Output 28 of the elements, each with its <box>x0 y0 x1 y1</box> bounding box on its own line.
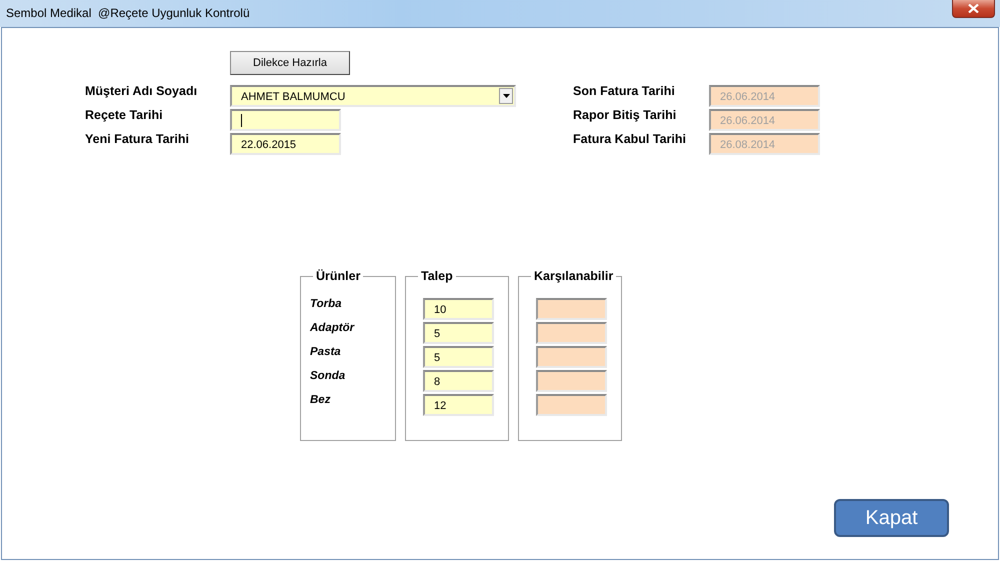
petition-button[interactable]: Dilekce Hazırla <box>230 51 350 75</box>
field-label: Reçete Tarihi <box>85 108 164 122</box>
group-title: Ürünler <box>315 269 362 283</box>
field-label: Rapor Bitiş Tarihi <box>573 108 678 122</box>
product-label: Bez <box>310 394 332 408</box>
text-field[interactable] <box>230 109 341 131</box>
product-label: Torba <box>310 298 343 312</box>
field-label: Fatura Kabul Tarihi <box>573 132 687 146</box>
dropdown-field[interactable]: AHMET BALMUMCU <box>230 85 516 107</box>
text-field[interactable]: 12 <box>423 394 494 416</box>
group-title: Karşılanabilir <box>533 269 614 283</box>
text-field[interactable]: 10 <box>423 298 494 320</box>
window-title: Sembol Medikal @Reçete Uygunluk Kontrolü <box>5 5 250 20</box>
product-label: Adaptör <box>310 322 356 336</box>
text-cursor <box>241 114 242 127</box>
product-label: Pasta <box>310 346 342 360</box>
product-label: Sonda <box>310 370 346 384</box>
field-label: Son Fatura Tarihi <box>573 84 676 98</box>
text-field[interactable]: 5 <box>423 346 494 368</box>
text-field[interactable]: 8 <box>423 370 494 392</box>
text-field[interactable]: 5 <box>423 322 494 344</box>
text-field[interactable]: 22.06.2015 <box>230 133 341 155</box>
close-icon <box>968 4 979 13</box>
close-button[interactable] <box>952 0 995 18</box>
close-form-button[interactable]: Kapat <box>834 499 949 537</box>
group-title: Talep <box>420 269 454 283</box>
field-label: Müşteri Adı Soyadı <box>85 84 198 98</box>
field-label: Yeni Fatura Tarihi <box>85 132 190 146</box>
